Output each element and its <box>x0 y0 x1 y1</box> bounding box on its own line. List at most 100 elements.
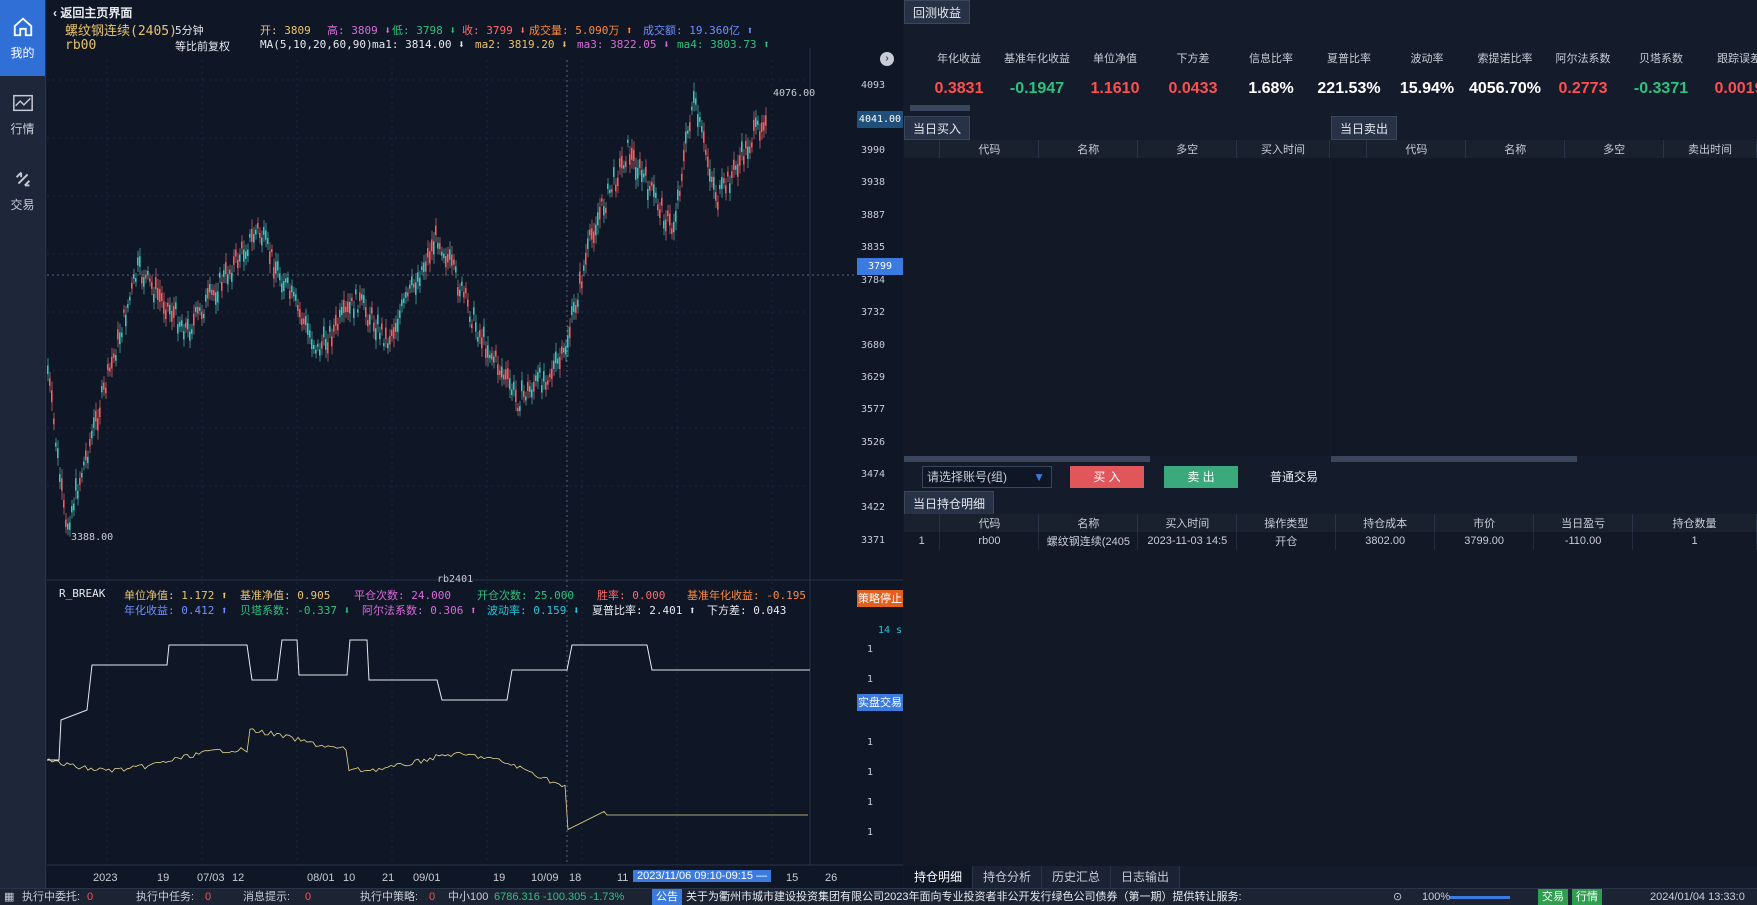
col-header[interactable]: 名称 <box>1038 514 1139 532</box>
price-tick: 3990 <box>861 145 886 156</box>
sub-axis-tick: 1 <box>867 797 874 808</box>
col-header <box>904 140 941 158</box>
grid-icon[interactable]: ▦ <box>4 889 14 905</box>
x-tick: 10/09 <box>531 872 559 884</box>
col-header[interactable]: 多空 <box>1564 140 1665 158</box>
stat-annual: 年化收益: 0.412 ⬆ <box>124 604 228 617</box>
col-header[interactable]: 买入时间 <box>1137 514 1238 532</box>
trade-status[interactable]: 交易 <box>1538 889 1568 905</box>
nav-item-mine[interactable]: 我的 <box>0 0 45 76</box>
zoom-slider[interactable] <box>1450 896 1510 899</box>
buy-button[interactable]: 买 入 <box>1070 466 1144 488</box>
kline-chart-panel[interactable]: ‹ 返回主页界面 螺纹钢连续(2405) rb00 5分钟 等比前复权 开: 3… <box>47 0 903 888</box>
col-header[interactable]: 代码 <box>939 140 1040 158</box>
stat-nav: 单位净值: 1.172 ⬆ <box>124 589 228 602</box>
x-tick: 10 <box>343 872 356 884</box>
notice-tag: 公告 <box>652 889 682 905</box>
zoom-level: 100% <box>1422 891 1451 903</box>
status-strategies: 执行中策略: <box>360 891 419 903</box>
nav-item-market[interactable]: 行情 <box>0 76 45 152</box>
metrics-scrollbar[interactable] <box>910 105 970 111</box>
sub-axis-tick: 1 <box>867 827 874 838</box>
account-select-value: 请选择账号(组) <box>927 470 1007 484</box>
tab-today-sell[interactable]: 当日卖出 <box>1331 116 1398 140</box>
live-trade-button[interactable]: 实盘交易 <box>857 694 903 711</box>
price-tick: 3835 <box>861 242 886 253</box>
tab-backtest-returns[interactable]: 回测收益 <box>904 0 971 24</box>
buy-table-scrollbar[interactable] <box>904 456 1150 462</box>
price-tick: 3732 <box>861 307 886 318</box>
positions-table: 代码 名称 买入时间 操作类型 持仓成本 市价 当日盈亏 持仓数量 1 rb00… <box>904 514 1757 550</box>
x-tick: 09/01 <box>413 872 441 884</box>
price-tick: 3680 <box>861 340 886 351</box>
col-header[interactable]: 代码 <box>1366 140 1467 158</box>
table-row[interactable]: 1 rb00 螺纹钢连续(2405 2023-11-03 14:5 开仓 380… <box>904 532 1757 550</box>
trade-icon <box>15 171 30 186</box>
cell: 3799.00 <box>1434 532 1535 550</box>
strategy-name: R_BREAK <box>59 587 106 600</box>
index-name[interactable]: 中小100 <box>448 889 488 905</box>
high-price-label: 4076.00 <box>773 88 816 99</box>
stat-downside: 下方差: 0.043 <box>707 604 787 617</box>
normal-trade-label[interactable]: 普通交易 <box>1264 466 1324 488</box>
price-tick: 3887 <box>861 210 886 221</box>
tab-position-detail[interactable]: 持仓明细 <box>904 866 974 888</box>
col-header[interactable]: 卖出时间 <box>1663 140 1757 158</box>
metric-value: 1.68% <box>1248 80 1294 97</box>
col-header[interactable]: 持仓成本 <box>1335 514 1436 532</box>
metric-item: 波动率 15.94% <box>1382 50 1472 98</box>
stat-alpha: 阿尔法系数: 0.306 ⬆ <box>362 604 477 617</box>
sell-table-area <box>1331 140 1757 456</box>
notice-ticker[interactable]: 关于为衢州市城市建设投资集团有限公司2023年面向专业投资者非公开发行绿色公司债… <box>686 889 1246 905</box>
status-tasks: 执行中任务: <box>136 891 195 903</box>
metric-value: 1.1610 <box>1090 80 1140 97</box>
col-header[interactable]: 名称 <box>1038 140 1139 158</box>
tab-today-buy[interactable]: 当日买入 <box>904 116 971 140</box>
metric-value: 221.53% <box>1317 80 1381 97</box>
metric-item: 跟踪误差 0.0019 <box>1694 50 1757 98</box>
col-header[interactable]: 买入时间 <box>1236 140 1330 158</box>
tab-log-output[interactable]: 日志输出 <box>1111 866 1181 888</box>
x-tick: 11 <box>617 872 629 884</box>
x-tick: 2023 <box>93 872 118 884</box>
account-select[interactable]: 请选择账号(组) ▼ <box>922 466 1052 488</box>
col-header[interactable]: 市价 <box>1434 514 1535 532</box>
x-tick: 18 <box>569 872 582 884</box>
sell-button[interactable]: 卖 出 <box>1164 466 1238 488</box>
metric-item: 信息比率 1.68% <box>1226 50 1316 98</box>
metric-item: 年化收益 0.3831 <box>914 50 1004 98</box>
metric-label: 跟踪误差 <box>1717 53 1757 65</box>
x-tick: 15 <box>786 872 799 884</box>
col-header[interactable]: 持仓数量 <box>1632 514 1757 532</box>
bottom-tabs: 持仓明细 持仓分析 历史汇总 日志输出 <box>904 866 1181 888</box>
nav-item-trade[interactable]: 交易 <box>0 152 45 228</box>
metric-value: -0.1947 <box>1009 80 1065 97</box>
status-strategies-count: 0 <box>429 891 436 903</box>
quote-status[interactable]: 行情 <box>1572 889 1602 905</box>
contract-label: rb2401 <box>437 574 474 585</box>
col-header[interactable]: 操作类型 <box>1236 514 1337 532</box>
price-chart-canvas[interactable] <box>47 0 903 888</box>
stat-bench-nav: 基准净值: 0.905 <box>240 589 331 602</box>
stat-volatility: 波动率: 0.159 ⬇ <box>487 604 580 617</box>
expand-arrow-icon[interactable]: › <box>880 52 894 66</box>
sell-table-scrollbar[interactable] <box>1331 456 1577 462</box>
price-tick: 3422 <box>861 502 886 513</box>
sell-table: 代码 名称 多空 卖出时间 <box>1331 140 1757 158</box>
col-header[interactable]: 当日盈亏 <box>1533 514 1634 532</box>
col-header[interactable]: 名称 <box>1465 140 1566 158</box>
x-tick: 08/01 <box>307 872 335 884</box>
cell: 螺纹钢连续(2405 <box>1038 532 1139 550</box>
col-header[interactable]: 多空 <box>1137 140 1238 158</box>
tab-position-analysis[interactable]: 持仓分析 <box>973 866 1043 888</box>
metric-item: 夏普比率 221.53% <box>1304 50 1394 98</box>
price-tick: 3577 <box>861 404 886 415</box>
col-header[interactable]: 代码 <box>939 514 1040 532</box>
status-messages-count: 0 <box>305 891 312 903</box>
nav-item-label: 我的 <box>10 45 35 60</box>
tab-history-summary[interactable]: 历史汇总 <box>1042 866 1112 888</box>
tab-positions[interactable]: 当日持仓明细 <box>904 491 995 515</box>
metric-item: 阿尔法系数 0.2773 <box>1538 50 1628 98</box>
strategy-stop-button[interactable]: 策略停止 <box>857 590 903 607</box>
price-tick: 4093 <box>861 80 886 91</box>
